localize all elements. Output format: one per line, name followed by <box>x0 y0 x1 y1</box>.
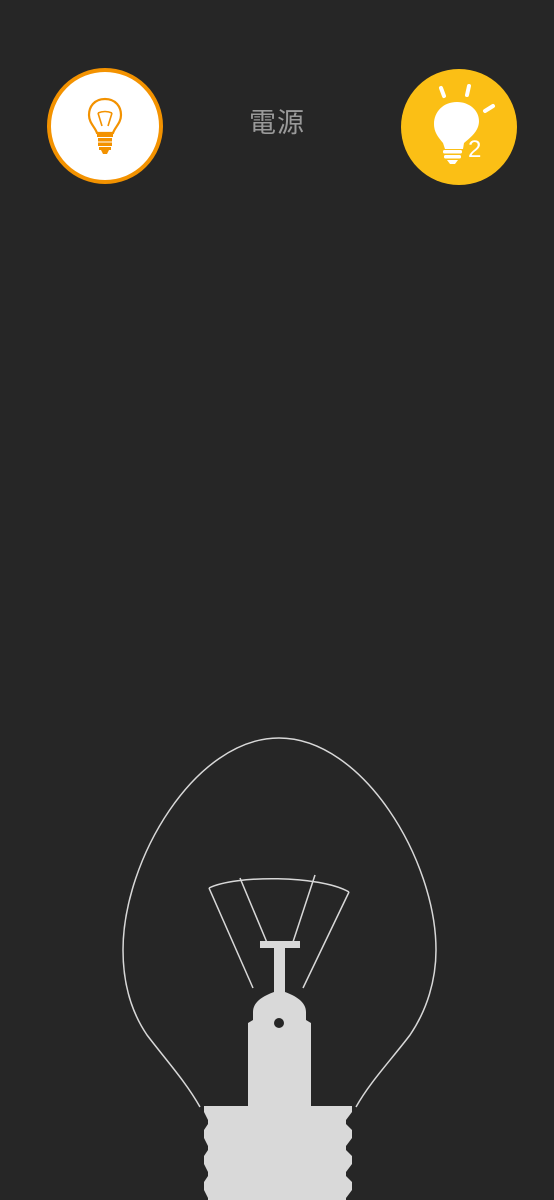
bulb-count-badge: 2 <box>468 136 482 163</box>
lightbulb-glow-icon <box>434 84 495 164</box>
lightbulb-illustration[interactable] <box>0 720 554 1200</box>
light-screen: 電源 2 <box>0 0 554 1200</box>
bulb-stem <box>248 941 311 1107</box>
bulb-base <box>204 1106 352 1200</box>
bulb-count-button[interactable]: 2 <box>401 69 517 185</box>
lightbulb-filament-icon <box>87 97 123 154</box>
bulb-style-button[interactable] <box>47 68 163 184</box>
page-title: 電源 <box>249 108 305 139</box>
